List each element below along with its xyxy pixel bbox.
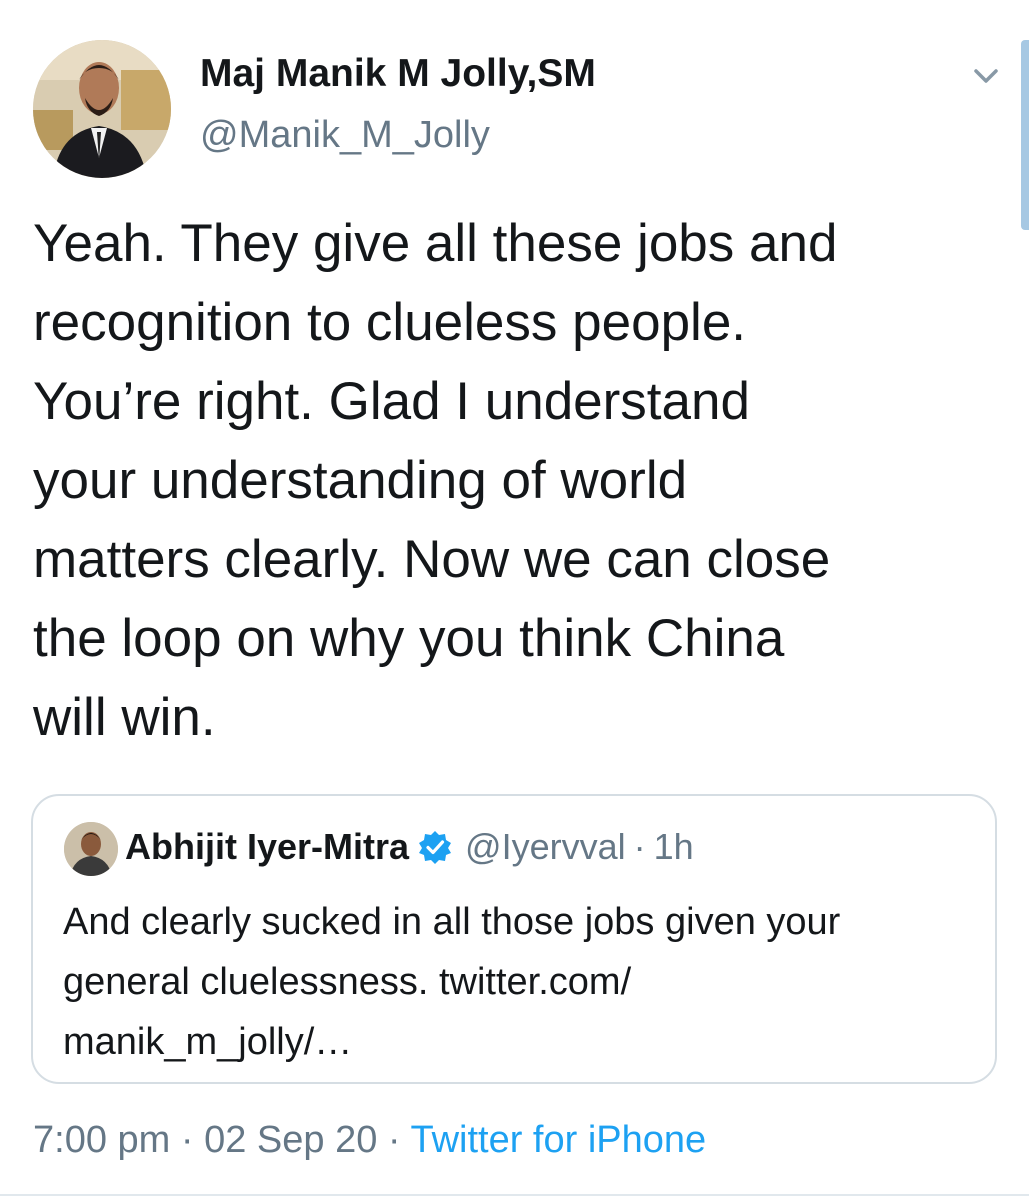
quoted-tweet-age: 1h bbox=[653, 826, 694, 867]
quoted-author-avatar[interactable] bbox=[64, 822, 118, 876]
meta-separator: · bbox=[387, 1119, 401, 1161]
author-avatar[interactable] bbox=[33, 40, 171, 178]
verified-badge-icon bbox=[417, 829, 453, 865]
quoted-author-name[interactable]: Abhijit Iyer-Mitra bbox=[125, 825, 409, 869]
tweet-date: 02 Sep 20 bbox=[204, 1119, 378, 1161]
divider bbox=[0, 1194, 1029, 1196]
tweet-detail: Maj Manik M Jolly,SM @Manik_M_Jolly Yeah… bbox=[0, 0, 1029, 1200]
quoted-author-handle[interactable]: @Iyervval bbox=[465, 825, 626, 869]
author-display-name[interactable]: Maj Manik M Jolly,SM bbox=[200, 50, 596, 98]
quoted-tweet-text: And clearly sucked in all those jobs giv… bbox=[63, 901, 841, 1063]
quoted-tweet-card[interactable]: Abhijit Iyer-Mitra @Iyervval · 1h And cl… bbox=[31, 794, 997, 1084]
tweet-time: 7:00 pm bbox=[33, 1119, 171, 1161]
tweet-text: Yeah. They give all these jobs and recog… bbox=[33, 214, 838, 747]
tweet-metadata: 7:00 pm · 02 Sep 20 · Twitter for iPhone bbox=[33, 1116, 706, 1164]
scroll-indicator[interactable] bbox=[1021, 40, 1029, 230]
tweet-source-link[interactable]: Twitter for iPhone bbox=[410, 1119, 706, 1161]
meta-separator: · bbox=[180, 1119, 194, 1161]
chevron-down-icon[interactable] bbox=[968, 58, 1004, 94]
author-handle[interactable]: @Manik_M_Jolly bbox=[200, 111, 490, 159]
quoted-separator: · bbox=[633, 826, 646, 867]
quoted-tweet-header: Abhijit Iyer-Mitra @Iyervval · 1h bbox=[125, 825, 694, 869]
